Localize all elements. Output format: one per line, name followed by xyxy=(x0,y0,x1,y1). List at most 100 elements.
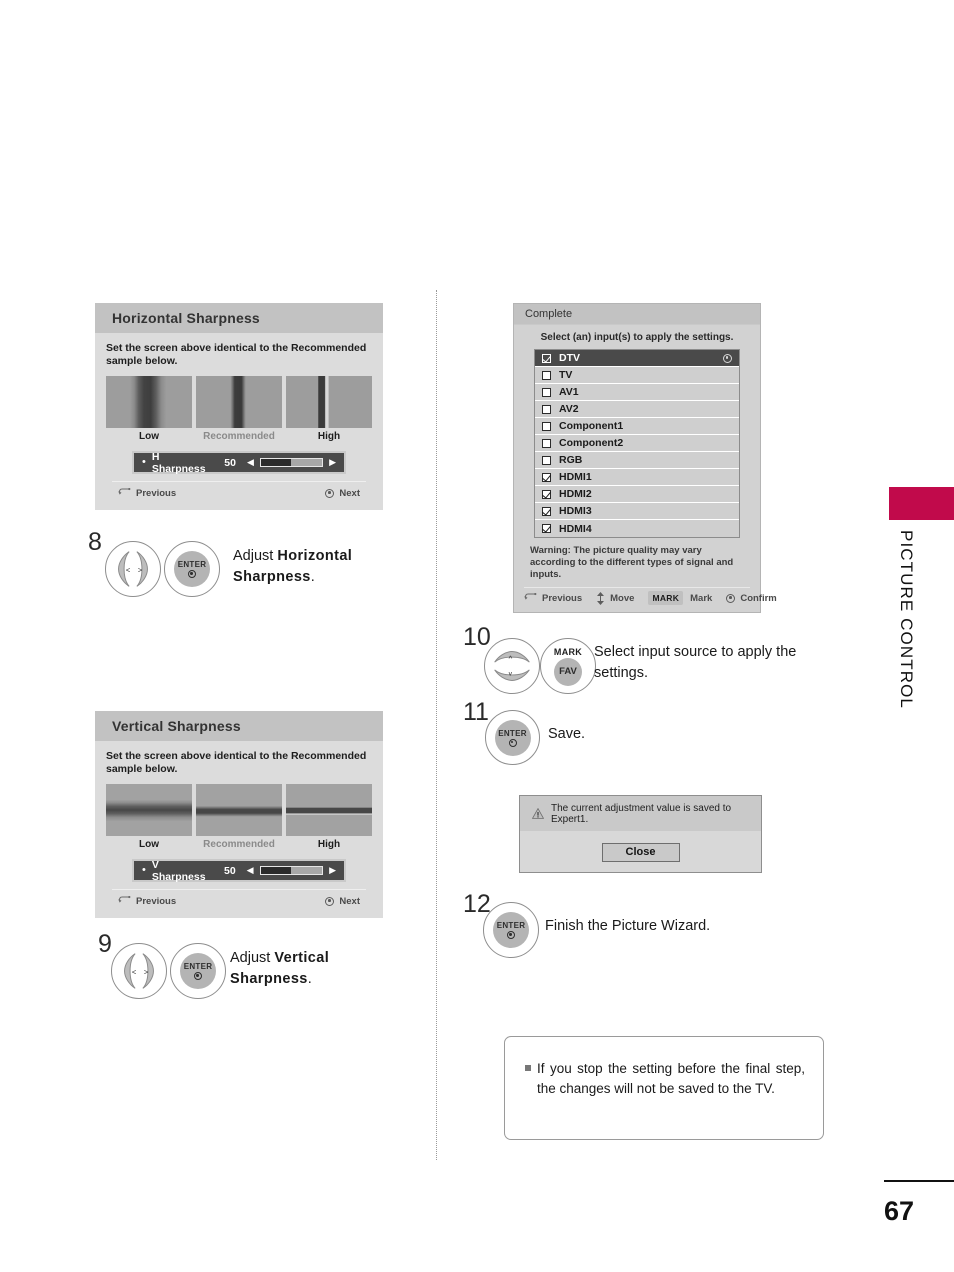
step-9-left-right-button[interactable]: < > xyxy=(111,943,167,999)
move-hint[interactable]: Move xyxy=(596,591,635,605)
next-button[interactable]: Next xyxy=(325,896,360,907)
move-label: Move xyxy=(610,592,635,604)
svg-text:<: < xyxy=(126,565,131,574)
step-9-text-tail: . xyxy=(307,971,312,987)
enter-button-face: ENTER xyxy=(174,551,210,587)
checkbox-unchecked-icon[interactable] xyxy=(542,438,551,448)
input-source-label: RGB xyxy=(559,454,583,466)
panel-instruction: Set the screen above identical to the Re… xyxy=(106,750,367,775)
checkbox-unchecked-icon[interactable] xyxy=(542,387,551,397)
checkbox-unchecked-icon[interactable] xyxy=(542,421,551,431)
checkbox-checked-icon[interactable] xyxy=(542,353,551,363)
step-11: 11 ENTER Save. xyxy=(463,700,843,765)
input-source-row[interactable]: HDMI2 xyxy=(535,486,739,503)
step-9: 9 < > ENTER Adjust Vertical Sharpness. xyxy=(98,932,418,1000)
input-source-label: TV xyxy=(559,369,573,381)
left-right-arrow-icon: < > xyxy=(118,551,148,587)
step-10-text: Select input source to apply the setting… xyxy=(594,644,797,681)
previous-button[interactable]: Previous xyxy=(118,896,176,907)
svg-text:>: > xyxy=(138,565,143,574)
checkbox-checked-icon[interactable] xyxy=(542,524,551,533)
checkbox-checked-icon[interactable] xyxy=(542,472,551,482)
mark-hint[interactable]: MARK Mark xyxy=(648,591,712,605)
enter-label: ENTER xyxy=(496,921,526,930)
save-dialog-message-row: The current adjustment value is saved to… xyxy=(520,796,761,831)
step-8-left-right-button[interactable]: < > xyxy=(105,541,161,597)
panel-title: Horizontal Sharpness xyxy=(95,303,383,333)
checkbox-unchecked-icon[interactable] xyxy=(542,455,551,465)
input-source-list: DTV TV AV1 AV2 Component1 Component2 RGB HDMI1 H… xyxy=(534,349,740,538)
warning-triangle-icon xyxy=(532,808,544,819)
input-source-label: Component1 xyxy=(559,420,624,432)
next-button[interactable]: Next xyxy=(325,488,360,499)
input-source-row[interactable]: Component1 xyxy=(535,418,739,435)
input-source-label: HDMI3 xyxy=(559,505,592,517)
step-12-enter-button[interactable]: ENTER xyxy=(483,902,539,958)
sample-label-recommended: Recommended xyxy=(203,839,275,850)
previous-button[interactable]: Previous xyxy=(118,488,176,499)
sample-labels: Low Recommended High xyxy=(106,431,372,442)
step-10-mark-fav-button[interactable]: MARK FAV xyxy=(540,638,596,694)
sample-preview-high xyxy=(286,784,372,836)
step-12: 12 ENTER Finish the Picture Wizard. xyxy=(463,892,843,960)
slider-track[interactable] xyxy=(259,866,324,875)
enter-button-face: ENTER xyxy=(180,953,216,989)
return-arrow-icon xyxy=(118,488,131,495)
checkbox-checked-icon[interactable] xyxy=(542,506,551,516)
enter-label: ENTER xyxy=(183,962,213,971)
enter-dot-icon xyxy=(507,931,515,939)
input-source-row[interactable]: DTV xyxy=(535,350,739,367)
v-sharpness-slider-row[interactable]: • V Sharpness 50 ◀ ▶ xyxy=(134,859,344,883)
step-12-number: 12 xyxy=(463,890,491,918)
slider-value: 50 xyxy=(223,864,236,877)
input-source-label: HDMI2 xyxy=(559,488,592,500)
return-arrow-icon xyxy=(524,593,537,600)
panel-title: Vertical Sharpness xyxy=(95,711,383,741)
close-button[interactable]: Close xyxy=(601,842,680,862)
svg-text:^: ^ xyxy=(509,654,513,663)
column-divider xyxy=(436,290,437,1160)
checkbox-checked-icon[interactable] xyxy=(542,489,551,499)
enter-button-face: ENTER xyxy=(494,719,531,756)
step-8-number: 8 xyxy=(88,528,102,556)
step-9-text: Adjust Vertical Sharpness. xyxy=(230,948,410,990)
slider-left-arrow-icon[interactable]: ◀ xyxy=(247,866,254,875)
step-10: 10 ^ v MARK FAV Select input source to a… xyxy=(463,625,843,695)
svg-text:<: < xyxy=(132,967,137,976)
slider-right-arrow-icon[interactable]: ▶ xyxy=(329,458,336,467)
slider-track[interactable] xyxy=(259,458,324,467)
panel-footer: Previous Next xyxy=(112,889,366,912)
checkbox-unchecked-icon[interactable] xyxy=(542,404,551,414)
input-source-row[interactable]: HDMI4 xyxy=(535,520,739,537)
sample-preview-high xyxy=(286,376,372,428)
input-source-row[interactable]: RGB xyxy=(535,452,739,469)
step-9-enter-button[interactable]: ENTER xyxy=(170,943,226,999)
checkbox-unchecked-icon[interactable] xyxy=(542,370,551,380)
chapter-tab-accent xyxy=(889,487,954,520)
return-arrow-icon xyxy=(118,896,131,903)
sample-labels: Low Recommended High xyxy=(106,839,372,850)
step-8-enter-button[interactable]: ENTER xyxy=(164,541,220,597)
slider-left-arrow-icon[interactable]: ◀ xyxy=(247,458,254,467)
h-sharpness-slider-frame: • H Sharpness 50 ◀ ▶ xyxy=(132,451,346,475)
confirm-button[interactable]: Confirm xyxy=(726,593,777,604)
input-source-row[interactable]: HDMI3 xyxy=(535,503,739,520)
dialog-title: Complete xyxy=(514,304,760,325)
sample-previews xyxy=(106,784,372,836)
mark-label: Mark xyxy=(690,592,713,604)
input-source-row[interactable]: HDMI1 xyxy=(535,469,739,486)
input-source-row[interactable]: AV1 xyxy=(535,384,739,401)
step-10-up-down-button[interactable]: ^ v xyxy=(484,638,540,694)
previous-button[interactable]: Previous xyxy=(524,593,582,604)
sample-preview-recommended xyxy=(196,784,282,836)
enter-icon xyxy=(726,593,736,603)
slider-right-arrow-icon[interactable]: ▶ xyxy=(329,866,336,875)
input-source-row[interactable]: TV xyxy=(535,367,739,384)
h-sharpness-slider-row[interactable]: • H Sharpness 50 ◀ ▶ xyxy=(134,451,344,475)
input-source-row[interactable]: Component2 xyxy=(535,435,739,452)
input-source-row[interactable]: AV2 xyxy=(535,401,739,418)
up-down-arrow-icon: ^ v xyxy=(494,651,530,681)
step-11-enter-button[interactable]: ENTER xyxy=(485,710,540,765)
enter-dot-icon xyxy=(188,570,196,578)
save-dialog-message: The current adjustment value is saved to… xyxy=(551,802,732,825)
